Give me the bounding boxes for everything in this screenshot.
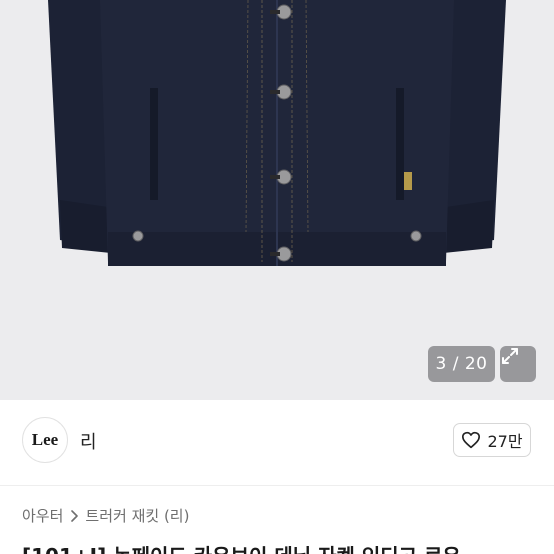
breadcrumb-subcategory[interactable]: 트러커 재킷 (리) bbox=[85, 505, 189, 526]
breadcrumb: 아우터 트러커 재킷 (리) bbox=[22, 505, 189, 526]
brand-logo-text: Lee bbox=[31, 430, 59, 449]
product-image-gallery[interactable]: 3 / 20 bbox=[0, 0, 554, 400]
chevron-right-icon bbox=[71, 509, 79, 522]
image-counter: 3 / 20 bbox=[428, 346, 495, 382]
like-count: 27만 bbox=[487, 432, 523, 451]
expand-image-button[interactable] bbox=[500, 346, 536, 382]
product-photo-denim-jacket bbox=[48, 0, 506, 266]
breadcrumb-category[interactable]: 아우터 bbox=[22, 505, 63, 526]
product-title: [101+J] 논페이드 카우보이 데님 자켓 인디고 로우 bbox=[22, 540, 461, 554]
expand-arrows-icon bbox=[502, 348, 518, 364]
brand-name[interactable]: 리 bbox=[80, 428, 97, 454]
like-button[interactable]: 27만 bbox=[453, 423, 531, 457]
brand-logo[interactable]: Lee bbox=[22, 417, 68, 463]
brand-row: Lee 리 27만 bbox=[0, 400, 554, 486]
heart-outline-icon bbox=[462, 431, 481, 449]
